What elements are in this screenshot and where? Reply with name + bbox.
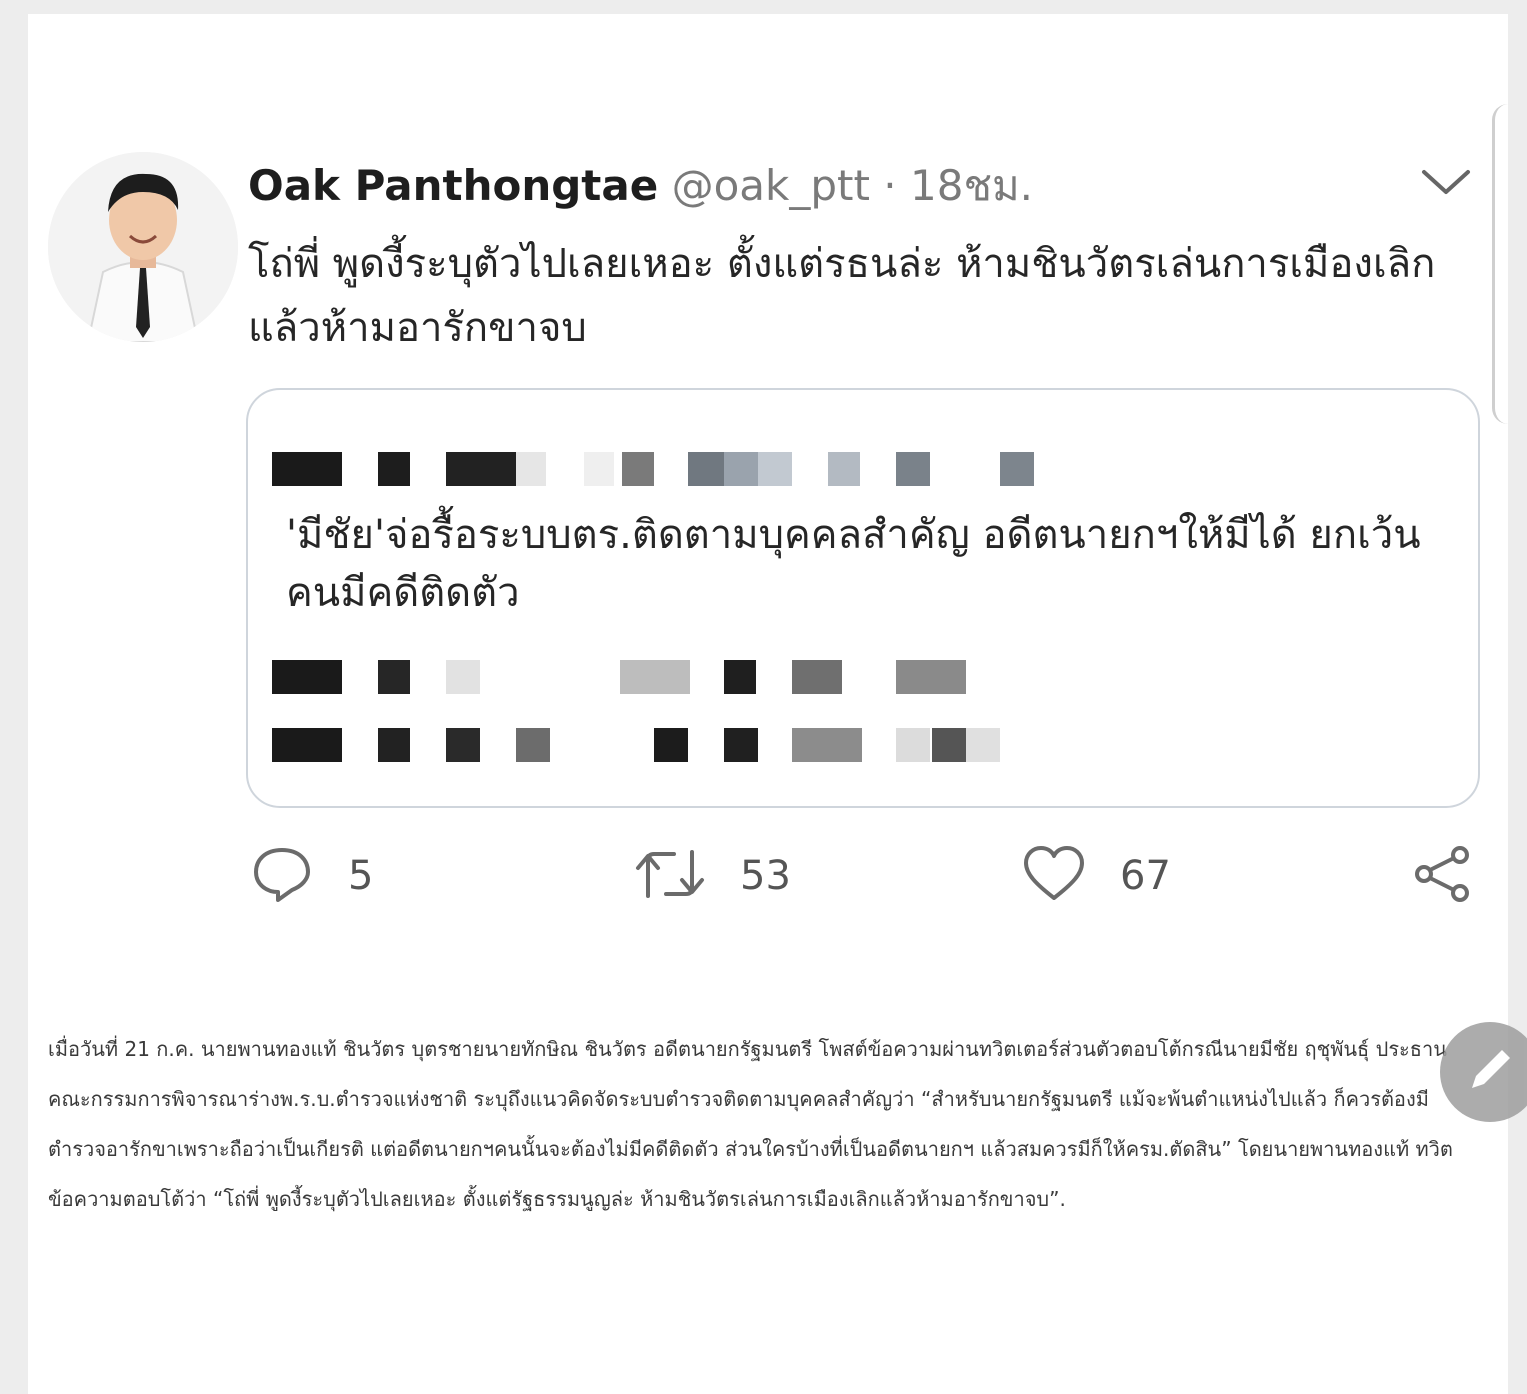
quoted-tweet-card[interactable]: 'มีชัย'จ่อรื้อระบบตร.ติดตามบุคคลสำคัญ อด… [246,388,1480,808]
article-card: Oak Panthongtae @oak_ptt · 18ชม. โถ่พี่ … [28,14,1508,1394]
share-button[interactable] [1412,844,1474,908]
avatar [48,152,238,342]
quoted-headline: 'มีชัย'จ่อรื้อระบบตร.ติดตามบุคคลสำคัญ อด… [286,512,1421,616]
blurred-text-row [272,728,1072,764]
scrollbar [1492,104,1511,424]
pencil-icon [1460,1040,1520,1105]
blurred-text-row [272,452,1072,488]
retweet-button[interactable]: 53 [634,844,791,908]
blurred-text-row [272,660,1072,696]
retweet-icon [634,844,706,909]
heart-icon [1022,844,1086,909]
reply-count: 5 [348,853,374,899]
tweet-screenshot: Oak Panthongtae @oak_ptt · 18ชม. โถ่พี่ … [28,14,1508,974]
like-button[interactable]: 67 [1022,844,1171,908]
article-paragraph: เมื่อวันที่ 21 ก.ค. นายพานทองแท้ ชินวัตร… [48,1037,1453,1211]
retweet-count: 53 [740,853,791,899]
user-handle[interactable]: @oak_ptt [672,161,870,210]
chevron-down-icon[interactable] [1418,162,1474,202]
tweet-timestamp[interactable]: 18ชม. [910,161,1033,210]
tweet-text: โถ่พี่ พูดงี้ระบุตัวไปเลยเหอะ ตั้งแต่รธน… [248,241,1436,351]
like-count: 67 [1120,853,1171,899]
share-icon [1412,843,1474,910]
separator: · [883,161,897,210]
reply-icon [250,844,314,909]
display-name[interactable]: Oak Panthongtae [248,161,658,210]
avatar-photo [48,152,238,342]
tweet-header: Oak Panthongtae @oak_ptt · 18ชม. [248,158,1033,214]
reply-button[interactable]: 5 [250,844,373,908]
